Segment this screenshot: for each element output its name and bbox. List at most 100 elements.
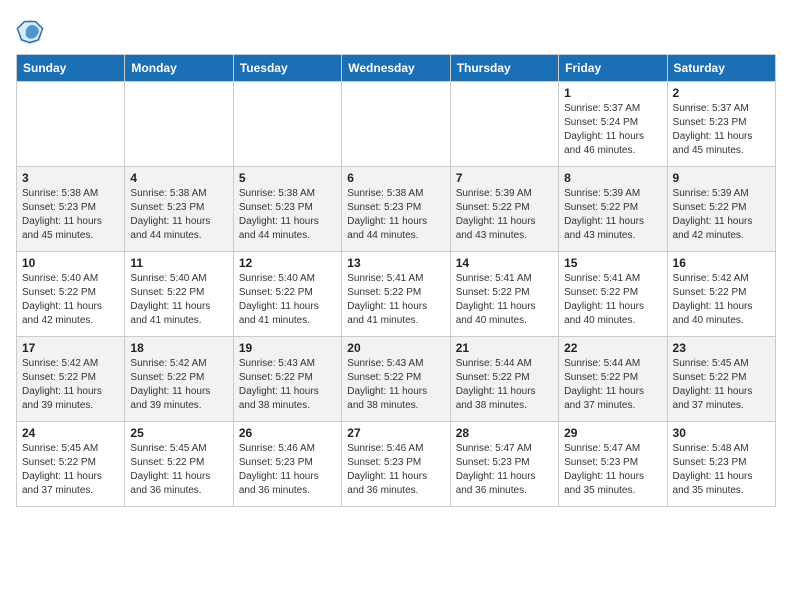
day-info: Sunrise: 5:44 AM Sunset: 5:22 PM Dayligh…	[564, 357, 661, 413]
calendar-week-row: 17 Sunrise: 5:42 AM Sunset: 5:22 PM Dayli…	[17, 337, 776, 422]
day-number: 7	[456, 171, 553, 185]
day-number: 5	[239, 171, 336, 185]
day-number: 30	[673, 426, 770, 440]
calendar-cell: 20 Sunrise: 5:43 AM Sunset: 5:22 PM Dayli…	[342, 337, 450, 422]
day-number: 18	[130, 341, 227, 355]
day-info: Sunrise: 5:48 AM Sunset: 5:23 PM Dayligh…	[673, 442, 770, 498]
day-info: Sunrise: 5:40 AM Sunset: 5:22 PM Dayligh…	[130, 272, 227, 328]
calendar-cell: 9 Sunrise: 5:39 AM Sunset: 5:22 PM Daylig…	[667, 167, 775, 252]
calendar-body: 1 Sunrise: 5:37 AM Sunset: 5:24 PM Daylig…	[17, 82, 776, 507]
day-number: 19	[239, 341, 336, 355]
calendar-cell: 28Sunrise: 5:47 AM Sunset: 5:23 PM Dayli…	[450, 422, 558, 507]
weekday-header-cell: Sunday	[17, 55, 125, 82]
day-info: Sunrise: 5:41 AM Sunset: 5:22 PM Dayligh…	[564, 272, 661, 328]
calendar-cell: 14 Sunrise: 5:41 AM Sunset: 5:22 PM Dayli…	[450, 252, 558, 337]
day-number: 22	[564, 341, 661, 355]
day-number: 21	[456, 341, 553, 355]
logo	[16, 16, 48, 44]
calendar-cell: 1 Sunrise: 5:37 AM Sunset: 5:24 PM Daylig…	[559, 82, 667, 167]
day-info: Sunrise: 5:38 AM Sunset: 5:23 PM Dayligh…	[239, 187, 336, 243]
page-header	[16, 16, 776, 44]
weekday-header-cell: Friday	[559, 55, 667, 82]
calendar-cell	[342, 82, 450, 167]
day-info: Sunrise: 5:41 AM Sunset: 5:22 PM Dayligh…	[456, 272, 553, 328]
day-number: 16	[673, 256, 770, 270]
calendar-cell: 29 Sunrise: 5:47 AM Sunset: 5:23 PM Dayli…	[559, 422, 667, 507]
day-number: 8	[564, 171, 661, 185]
calendar-cell: 2 Sunrise: 5:37 AM Sunset: 5:23 PM Daylig…	[667, 82, 775, 167]
day-number: 13	[347, 256, 444, 270]
calendar-cell: 6 Sunrise: 5:38 AM Sunset: 5:23 PM Daylig…	[342, 167, 450, 252]
day-number: 14	[456, 256, 553, 270]
day-info: Sunrise: 5:43 AM Sunset: 5:22 PM Dayligh…	[347, 357, 444, 413]
day-info: Sunrise: 5:38 AM Sunset: 5:23 PM Dayligh…	[22, 187, 119, 243]
calendar-week-row: 24 Sunrise: 5:45 AM Sunset: 5:22 PM Dayli…	[17, 422, 776, 507]
day-info: Sunrise: 5:42 AM Sunset: 5:22 PM Dayligh…	[22, 357, 119, 413]
weekday-header-row: SundayMondayTuesdayWednesdayThursdayFrid…	[17, 55, 776, 82]
calendar-cell: 19 Sunrise: 5:43 AM Sunset: 5:22 PM Dayli…	[233, 337, 341, 422]
day-number: 20	[347, 341, 444, 355]
day-number: 1	[564, 86, 661, 100]
calendar-cell	[17, 82, 125, 167]
calendar-table: SundayMondayTuesdayWednesdayThursdayFrid…	[16, 54, 776, 507]
day-number: 12	[239, 256, 336, 270]
weekday-header-cell: Thursday	[450, 55, 558, 82]
day-info: Sunrise: 5:38 AM Sunset: 5:23 PM Dayligh…	[130, 187, 227, 243]
day-number: 17	[22, 341, 119, 355]
day-info: Sunrise: 5:46 AM Sunset: 5:23 PM Dayligh…	[239, 442, 336, 498]
day-number: 4	[130, 171, 227, 185]
calendar-cell: 21 Sunrise: 5:44 AM Sunset: 5:22 PM Dayli…	[450, 337, 558, 422]
calendar-week-row: 10 Sunrise: 5:40 AM Sunset: 5:22 PM Dayli…	[17, 252, 776, 337]
weekday-header-cell: Wednesday	[342, 55, 450, 82]
calendar-cell: 17 Sunrise: 5:42 AM Sunset: 5:22 PM Dayli…	[17, 337, 125, 422]
day-info: Sunrise: 5:42 AM Sunset: 5:22 PM Dayligh…	[130, 357, 227, 413]
weekday-header-cell: Tuesday	[233, 55, 341, 82]
day-info: Sunrise: 5:39 AM Sunset: 5:22 PM Dayligh…	[564, 187, 661, 243]
day-number: 10	[22, 256, 119, 270]
day-number: 2	[673, 86, 770, 100]
day-info: Sunrise: 5:47 AM Sunset: 5:23 PM Dayligh…	[564, 442, 661, 498]
day-info: Sunrise: 5:39 AM Sunset: 5:22 PM Dayligh…	[673, 187, 770, 243]
calendar-cell: 12 Sunrise: 5:40 AM Sunset: 5:22 PM Dayli…	[233, 252, 341, 337]
weekday-header-cell: Monday	[125, 55, 233, 82]
day-number: 29	[564, 426, 661, 440]
day-number: 28	[456, 426, 553, 440]
calendar-cell: 27 Sunrise: 5:46 AM Sunset: 5:23 PM Dayli…	[342, 422, 450, 507]
calendar-cell: 24 Sunrise: 5:45 AM Sunset: 5:22 PM Dayli…	[17, 422, 125, 507]
calendar-cell: 4 Sunrise: 5:38 AM Sunset: 5:23 PM Daylig…	[125, 167, 233, 252]
calendar-cell: 11 Sunrise: 5:40 AM Sunset: 5:22 PM Dayli…	[125, 252, 233, 337]
day-info: Sunrise: 5:46 AM Sunset: 5:23 PM Dayligh…	[347, 442, 444, 498]
day-number: 24	[22, 426, 119, 440]
day-number: 6	[347, 171, 444, 185]
day-number: 15	[564, 256, 661, 270]
calendar-cell: 18 Sunrise: 5:42 AM Sunset: 5:22 PM Dayli…	[125, 337, 233, 422]
calendar-cell: 22 Sunrise: 5:44 AM Sunset: 5:22 PM Dayli…	[559, 337, 667, 422]
calendar-cell	[450, 82, 558, 167]
day-info: Sunrise: 5:40 AM Sunset: 5:22 PM Dayligh…	[239, 272, 336, 328]
day-number: 3	[22, 171, 119, 185]
calendar-cell	[233, 82, 341, 167]
day-info: Sunrise: 5:37 AM Sunset: 5:24 PM Dayligh…	[564, 102, 661, 158]
day-number: 27	[347, 426, 444, 440]
day-info: Sunrise: 5:45 AM Sunset: 5:22 PM Dayligh…	[673, 357, 770, 413]
day-info: Sunrise: 5:40 AM Sunset: 5:22 PM Dayligh…	[22, 272, 119, 328]
calendar-cell: 3 Sunrise: 5:38 AM Sunset: 5:23 PM Daylig…	[17, 167, 125, 252]
calendar-cell: 30 Sunrise: 5:48 AM Sunset: 5:23 PM Dayli…	[667, 422, 775, 507]
calendar-cell: 10 Sunrise: 5:40 AM Sunset: 5:22 PM Dayli…	[17, 252, 125, 337]
calendar-cell: 26Sunrise: 5:46 AM Sunset: 5:23 PM Dayli…	[233, 422, 341, 507]
calendar-cell: 16 Sunrise: 5:42 AM Sunset: 5:22 PM Dayli…	[667, 252, 775, 337]
day-info: Sunrise: 5:45 AM Sunset: 5:22 PM Dayligh…	[22, 442, 119, 498]
day-number: 11	[130, 256, 227, 270]
calendar-cell: 13 Sunrise: 5:41 AM Sunset: 5:22 PM Dayli…	[342, 252, 450, 337]
day-info: Sunrise: 5:41 AM Sunset: 5:22 PM Dayligh…	[347, 272, 444, 328]
day-info: Sunrise: 5:43 AM Sunset: 5:22 PM Dayligh…	[239, 357, 336, 413]
calendar-cell: 5 Sunrise: 5:38 AM Sunset: 5:23 PM Daylig…	[233, 167, 341, 252]
calendar-cell: 7Sunrise: 5:39 AM Sunset: 5:22 PM Daylig…	[450, 167, 558, 252]
day-info: Sunrise: 5:44 AM Sunset: 5:22 PM Dayligh…	[456, 357, 553, 413]
day-number: 9	[673, 171, 770, 185]
day-info: Sunrise: 5:42 AM Sunset: 5:22 PM Dayligh…	[673, 272, 770, 328]
day-info: Sunrise: 5:37 AM Sunset: 5:23 PM Dayligh…	[673, 102, 770, 158]
calendar-week-row: 3 Sunrise: 5:38 AM Sunset: 5:23 PM Daylig…	[17, 167, 776, 252]
day-info: Sunrise: 5:38 AM Sunset: 5:23 PM Dayligh…	[347, 187, 444, 243]
day-number: 25	[130, 426, 227, 440]
